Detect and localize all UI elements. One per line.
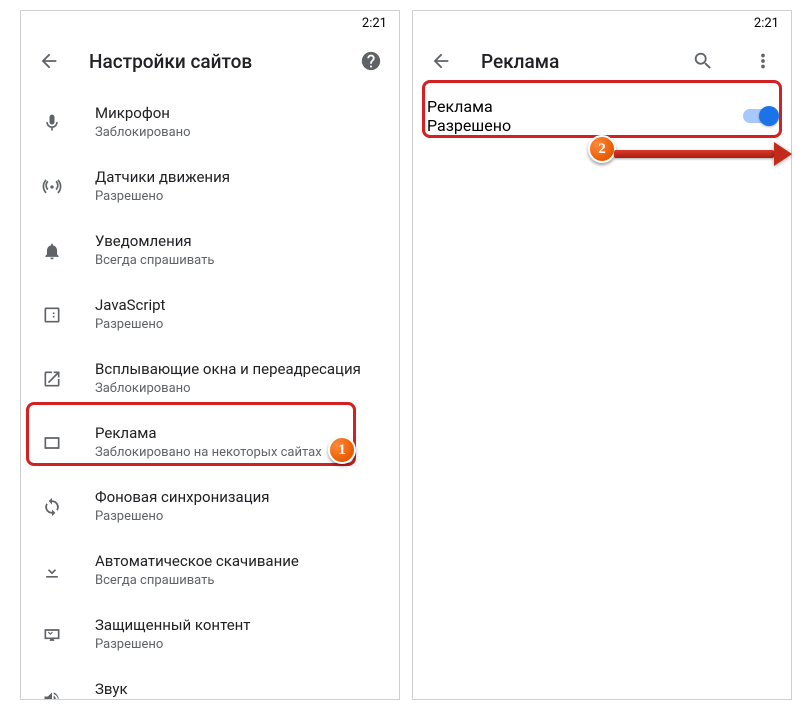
- statusbar-right: 2:21: [413, 11, 791, 35]
- ads-icon: [33, 433, 71, 453]
- help-button[interactable]: [351, 41, 391, 81]
- overflow-menu-button[interactable]: [743, 41, 783, 81]
- mic-icon: [33, 113, 71, 133]
- row-title: Всплывающие окна и переадресация: [95, 360, 383, 380]
- row-subtitle: Заблокировано: [95, 381, 383, 398]
- row-title: JavaScript: [95, 296, 383, 316]
- popup-icon: [33, 369, 71, 389]
- row-title: Автоматическое скачивание: [95, 552, 383, 572]
- toggle-title: Реклама: [427, 97, 731, 116]
- row-subtitle: Всегда спрашивать: [95, 253, 383, 270]
- settings-row-sound[interactable]: ЗвукРазрешено: [21, 667, 399, 700]
- toggle-subtitle: Разрешено: [427, 116, 731, 135]
- sound-icon: [33, 689, 71, 700]
- row-subtitle: Разрешено: [95, 189, 383, 206]
- phone-right: 2:21 Реклама Реклама Разрешено: [412, 10, 792, 700]
- settings-row-mic[interactable]: МикрофонЗаблокировано: [21, 91, 399, 155]
- protected-icon: [33, 625, 71, 645]
- settings-row-download[interactable]: Автоматическое скачиваниеВсегда спрашива…: [21, 539, 399, 603]
- bell-icon: [33, 241, 71, 261]
- settings-row-js[interactable]: JavaScriptРазрешено: [21, 283, 399, 347]
- row-title: Фоновая синхронизация: [95, 488, 383, 508]
- step-badge-1: 1: [328, 436, 356, 464]
- back-button[interactable]: [29, 41, 69, 81]
- row-subtitle: Заблокировано: [95, 125, 383, 142]
- clock: 2:21: [754, 16, 779, 31]
- row-subtitle: Разрешено: [95, 637, 383, 654]
- settings-row-protected[interactable]: Защищенный контентРазрешено: [21, 603, 399, 667]
- step-badge-2: 2: [588, 135, 616, 163]
- back-button[interactable]: [421, 41, 461, 81]
- clock: 2:21: [362, 16, 387, 31]
- page-title: Реклама: [481, 50, 663, 73]
- statusbar-left: 2:21: [21, 11, 399, 35]
- ads-switch[interactable]: [743, 107, 777, 125]
- row-subtitle: Разрешено: [95, 509, 383, 526]
- row-title: Уведомления: [95, 232, 383, 252]
- sync-icon: [33, 497, 71, 517]
- settings-row-sensors[interactable]: Датчики движенияРазрешено: [21, 155, 399, 219]
- sensors-icon: [33, 177, 71, 197]
- appbar-right: Реклама: [413, 35, 791, 87]
- settings-row-sync[interactable]: Фоновая синхронизацияРазрешено: [21, 475, 399, 539]
- appbar-left: Настройки сайтов: [21, 35, 399, 87]
- download-icon: [33, 561, 71, 581]
- arrow-right: [614, 146, 792, 162]
- phone-left: 2:21 Настройки сайтов МикрофонЗаблокиров…: [20, 10, 400, 700]
- page-title: Настройки сайтов: [89, 50, 331, 73]
- settings-row-bell[interactable]: УведомленияВсегда спрашивать: [21, 219, 399, 283]
- js-icon: [33, 305, 71, 325]
- row-title: Датчики движения: [95, 168, 383, 188]
- row-subtitle: Разрешено: [95, 317, 383, 334]
- settings-list: МикрофонЗаблокированоДатчики движенияРаз…: [21, 87, 399, 700]
- settings-row-popup[interactable]: Всплывающие окна и переадресацияЗаблокир…: [21, 347, 399, 411]
- row-title: Звук: [95, 680, 383, 700]
- row-title: Защищенный контент: [95, 616, 383, 636]
- search-button[interactable]: [683, 41, 723, 81]
- row-title: Микрофон: [95, 104, 383, 124]
- row-subtitle: Всегда спрашивать: [95, 573, 383, 590]
